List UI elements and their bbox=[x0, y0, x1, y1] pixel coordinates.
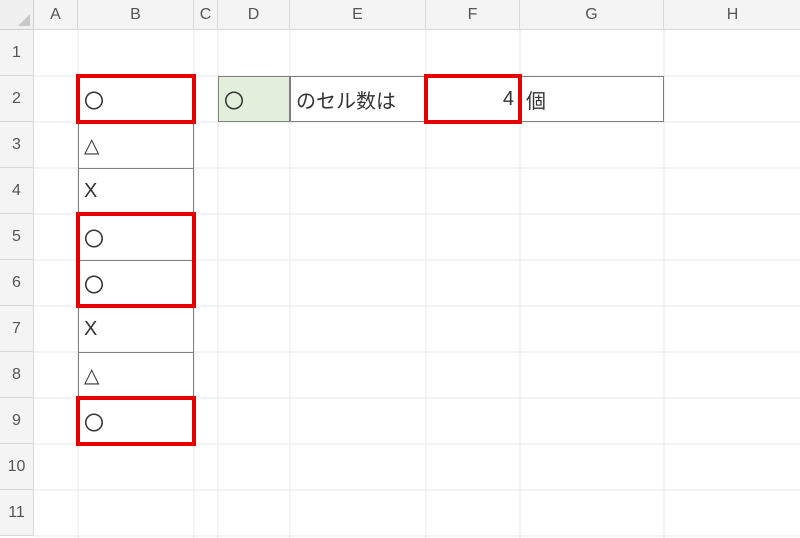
row-header-10[interactable]: 10 bbox=[0, 444, 34, 490]
cell-B6[interactable]: 〇 bbox=[78, 260, 194, 306]
cell-D2[interactable]: 〇 bbox=[218, 76, 290, 122]
cell-B3[interactable]: △ bbox=[78, 122, 194, 168]
cell-B4[interactable]: X bbox=[78, 168, 194, 214]
row-header-8[interactable]: 8 bbox=[0, 352, 34, 398]
row-header-11[interactable]: 11 bbox=[0, 490, 34, 536]
col-header-H[interactable]: H bbox=[664, 0, 800, 30]
col-header-G[interactable]: G bbox=[520, 0, 664, 30]
cell-B2[interactable]: 〇 bbox=[78, 76, 194, 122]
row-header-6[interactable]: 6 bbox=[0, 260, 34, 306]
col-header-A[interactable]: A bbox=[34, 0, 78, 30]
row-header-5[interactable]: 5 bbox=[0, 214, 34, 260]
spreadsheet-grid[interactable]: ABCDEFGH1234567891011〇△X〇〇X△〇〇のセル数は4個 bbox=[0, 0, 800, 538]
col-header-C[interactable]: C bbox=[194, 0, 218, 30]
select-all-corner[interactable] bbox=[0, 0, 34, 30]
row-header-3[interactable]: 3 bbox=[0, 122, 34, 168]
cell-G2[interactable]: 個 bbox=[520, 76, 664, 122]
row-header-9[interactable]: 9 bbox=[0, 398, 34, 444]
row-header-4[interactable]: 4 bbox=[0, 168, 34, 214]
row-header-2[interactable]: 2 bbox=[0, 76, 34, 122]
cell-F2[interactable]: 4 bbox=[426, 76, 520, 122]
col-header-E[interactable]: E bbox=[290, 0, 426, 30]
row-header-7[interactable]: 7 bbox=[0, 306, 34, 352]
cell-B8[interactable]: △ bbox=[78, 352, 194, 398]
cell-B7[interactable]: X bbox=[78, 306, 194, 352]
cell-B5[interactable]: 〇 bbox=[78, 214, 194, 260]
col-header-F[interactable]: F bbox=[426, 0, 520, 30]
col-header-B[interactable]: B bbox=[78, 0, 194, 30]
cell-B9[interactable]: 〇 bbox=[78, 398, 194, 444]
row-header-1[interactable]: 1 bbox=[0, 30, 34, 76]
cell-E2[interactable]: のセル数は bbox=[290, 76, 426, 122]
col-header-D[interactable]: D bbox=[218, 0, 290, 30]
